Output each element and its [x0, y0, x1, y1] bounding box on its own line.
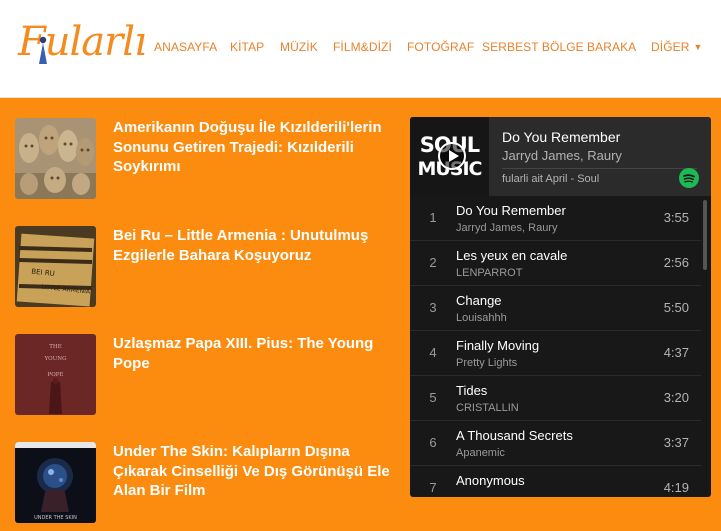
play-icon[interactable]: [438, 142, 466, 170]
track-name: Finally Moving: [456, 338, 540, 353]
svg-text:UNDER THE SKIN: UNDER THE SKIN: [34, 515, 77, 521]
svg-text:POPE: POPE: [48, 372, 64, 378]
track-row[interactable]: 7 Anonymous 4:19: [410, 466, 701, 497]
article-title[interactable]: Bei Ru – Little Armenia : Unutulmuş Ezgi…: [113, 226, 393, 265]
young-pope-poster-image: THE YOUNG POPE: [15, 334, 96, 415]
nav-item-diger-label: DİĞER: [651, 40, 690, 54]
spotify-logo-icon[interactable]: [679, 168, 699, 188]
track-duration: 3:37: [663, 435, 689, 450]
track-row[interactable]: 4 Finally Moving Pretty Lights 4:37: [410, 331, 701, 376]
track-number: 2: [429, 255, 437, 270]
nav-item-serbest-bolge[interactable]: SERBEST BÖLGE: [482, 39, 584, 55]
chevron-down-icon: ▼: [693, 42, 703, 52]
track-number: 7: [429, 480, 437, 495]
svg-text:THE: THE: [49, 344, 61, 350]
track-duration: 4:19: [663, 480, 689, 495]
now-playing-artist[interactable]: Jarryd James, Raury: [502, 148, 622, 163]
article-thumbnail[interactable]: UNDER THE SKIN: [15, 442, 96, 523]
nav-item-kitap[interactable]: KİTAP: [230, 39, 264, 55]
site-logo[interactable]: Fularlı: [18, 14, 147, 70]
track-row[interactable]: 1 Do You Remember Jarryd James, Raury 3:…: [410, 196, 701, 241]
track-duration: 2:56: [663, 255, 689, 270]
track-duration: 4:37: [663, 345, 689, 360]
track-number: 5: [429, 390, 437, 405]
track-artist: CRISTALLIN: [456, 402, 519, 414]
track-name: A Thousand Secrets: [456, 428, 573, 443]
track-artist: Louisahhh: [456, 312, 507, 324]
track-name: Les yeux en cavale: [456, 248, 568, 263]
article-thumbnail[interactable]: BEI RU LITTLE ARMENIA: [15, 226, 96, 307]
track-artist: Jarryd James, Raury: [456, 222, 558, 234]
nav-item-muzik[interactable]: MÜZİK: [280, 39, 318, 55]
nav-item-fotograf[interactable]: FOTOĞRAF: [407, 39, 474, 55]
svg-text:YOUNG: YOUNG: [44, 356, 67, 362]
nav-item-anasayfa[interactable]: ANASAYFA: [154, 39, 217, 55]
article-title[interactable]: Amerikanın Doğuşu İle Kızılderili'lerin …: [113, 118, 393, 177]
article-title[interactable]: Uzlaşmaz Papa XIII. Pius: The Young Pope: [113, 334, 393, 373]
track-number: 3: [429, 300, 437, 315]
track-artist: Pretty Lights: [456, 357, 518, 369]
article-title[interactable]: Under The Skin: Kalıpların Dışına Çıkara…: [113, 442, 393, 501]
playlist-name[interactable]: fularli ait April - Soul: [502, 173, 599, 185]
track-number: 1: [429, 210, 437, 225]
nav-item-diger[interactable]: DİĞER ▼: [651, 39, 703, 55]
nav-item-film-dizi[interactable]: FİLM&DİZİ: [333, 39, 392, 55]
track-name: Anonymous: [456, 473, 525, 488]
article-thumbnail[interactable]: [15, 118, 96, 199]
track-duration: 5:50: [663, 300, 689, 315]
track-row[interactable]: 6 A Thousand Secrets Apanemic 3:37: [410, 421, 701, 466]
track-list-scrollbar[interactable]: [703, 200, 707, 270]
now-playing-title[interactable]: Do You Remember: [502, 129, 620, 145]
article-thumbnail[interactable]: THE YOUNG POPE: [15, 334, 96, 415]
track-name: Tides: [456, 383, 488, 398]
track-row[interactable]: 5 Tides CRISTALLIN 3:20: [410, 376, 701, 421]
track-list: 1 Do You Remember Jarryd James, Raury 3:…: [410, 196, 711, 497]
playlist-cover[interactable]: SOUL MUSIC: [410, 117, 489, 196]
track-artist: LENPARROT: [456, 267, 523, 279]
player-header: SOUL MUSIC Do You Remember Jarryd James,…: [410, 117, 711, 196]
track-number: 6: [429, 435, 437, 450]
track-number: 4: [429, 345, 437, 360]
under-the-skin-poster-image: UNDER THE SKIN: [15, 442, 96, 523]
track-duration: 3:55: [663, 210, 689, 225]
track-row[interactable]: 3 Change Louisahhh 5:50: [410, 286, 701, 331]
native-faces-image: [15, 118, 96, 199]
nav-item-baraka[interactable]: BARAKA: [587, 39, 636, 55]
track-name: Change: [456, 293, 502, 308]
track-name: Do You Remember: [456, 203, 566, 218]
bei-ru-cover-image: BEI RU LITTLE ARMENIA: [15, 226, 96, 307]
logo-figure-icon: [39, 36, 47, 64]
divider: [502, 168, 697, 169]
track-duration: 3:20: [663, 390, 689, 405]
track-row[interactable]: 2 Les yeux en cavale LENPARROT 2:56: [410, 241, 701, 286]
track-artist: Apanemic: [456, 447, 505, 459]
site-header: Fularlı ANASAYFA KİTAP MÜZİK FİLM&DİZİ F…: [0, 0, 721, 98]
spotify-player: SOUL MUSIC Do You Remember Jarryd James,…: [410, 117, 711, 497]
